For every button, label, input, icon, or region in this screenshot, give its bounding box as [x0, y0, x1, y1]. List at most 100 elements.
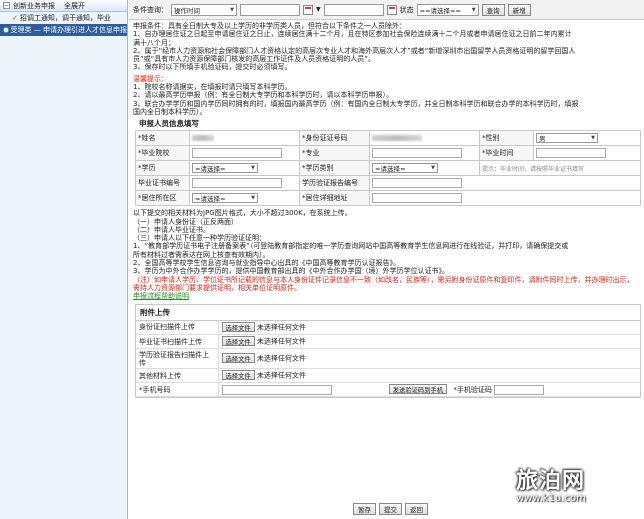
verify-cell [369, 175, 641, 192]
sidebar-header: − 创新业务申报 全展开 [0, 0, 127, 12]
upload-table: 身份证扫描件上传 选择文件 未选择任何文件 毕业证书扫描件上传 选择文件 未选择… [136, 320, 640, 398]
gender-label: *性别 [479, 130, 534, 147]
choose-file-button[interactable]: 选择文件 [221, 322, 255, 333]
intro-line: 2、属于“经市人力资源和社会保障部门人才资格认定的高层次专业人才和海外高层次人才… [133, 46, 576, 55]
sidebar-item-label: 招调工通知，调干通知，毕业 [19, 14, 111, 22]
upload-cell: 选择文件 未选择任何文件 [218, 368, 640, 384]
degree-cell: =请选择= ▼ [189, 160, 300, 177]
choose-file-button[interactable]: 选择文件 [221, 353, 255, 364]
major-cell [369, 145, 480, 162]
upload-label: 毕业证书扫描件上传 [136, 334, 219, 350]
upload-row: 毕业证书扫描件上传 选择文件 未选择任何文件 [136, 334, 640, 350]
file-status: 未选择任何文件 [256, 371, 306, 380]
sidebar-item-label: 受理类 — 申请办理引进人才信息申报 [10, 26, 127, 34]
tips-line: 3、联合办学学历和国内学历同时拥有的时，填报国内最高学历（例：有国内全日制大专学… [133, 99, 579, 108]
file-status: 未选择任何文件 [256, 323, 306, 332]
dropdown-arrow-icon: ▼ [431, 165, 435, 172]
note-line: （二）申请人毕业证书。 [133, 225, 210, 234]
school-label: *毕业院校 [135, 145, 190, 162]
grad-time-label: *毕业时间 [479, 145, 534, 162]
dropdown-arrow-icon[interactable]: ▼ [316, 6, 321, 13]
back-button[interactable]: 返回 [405, 503, 428, 515]
intro-line: 1、自办理居住证之日起至申请居住证之日止，连续居住满十二个月，且在特区参加社会保… [133, 30, 572, 39]
cert-cell [189, 175, 300, 192]
addr-label: *居住详细地址 [299, 190, 370, 207]
upload-label: 学历验证报告扫描件上传 [136, 348, 219, 370]
node-icon [3, 27, 9, 33]
form-section-title: 申报人员信息填写 [139, 119, 199, 129]
cert-input[interactable] [192, 178, 282, 189]
collapse-icon[interactable]: − [3, 2, 10, 9]
warning-line: （注）如申请人学历、学位证书所记载的信息与本人身份证件记录信息不一致（如改名，民… [133, 275, 634, 284]
degree-select[interactable]: =请选择= ▼ [192, 163, 258, 174]
calendar-icon[interactable] [303, 4, 313, 15]
id-cell [369, 130, 480, 147]
select-value: =请选择= [375, 165, 406, 174]
dropdown-arrow-icon: ▼ [471, 6, 476, 13]
verify-input[interactable] [372, 178, 462, 189]
sidebar-tab-business[interactable]: 创新业务申报 [13, 1, 55, 11]
major-label: *专业 [299, 145, 370, 162]
send-code-button[interactable]: 发送验证码到手机 [388, 384, 448, 395]
sidebar-item-talent-apply[interactable]: 受理类 — 申请办理引进人才信息申报 [0, 24, 127, 36]
upload-cell: 选择文件 未选择任何文件 [218, 348, 640, 370]
dropdown-arrow-icon: ▼ [251, 195, 255, 202]
name-value [192, 135, 214, 142]
dropdown-arrow-icon: ▼ [251, 165, 255, 172]
file-status: 未选择任何文件 [256, 337, 306, 346]
intro-line: 3、保存时以下所填手机验证码，提交时必须填写。 [133, 63, 292, 72]
calendar-icon[interactable] [386, 4, 397, 15]
phone-input[interactable] [221, 384, 332, 395]
upload-cell: 选择文件 未选择任何文件 [218, 320, 640, 336]
phone-label: *手机号码 [136, 382, 219, 398]
code-label: *手机验证码 [453, 385, 492, 394]
select-value: =请选择= [195, 165, 226, 174]
choose-file-button[interactable]: 选择文件 [221, 336, 255, 347]
id-value [372, 135, 422, 142]
status-select[interactable]: ==请选择== ▼ [416, 3, 479, 16]
select-value: ==请选择== [419, 6, 461, 15]
choose-file-button[interactable]: 选择文件 [221, 370, 255, 381]
warning-line: 需持人力资源部门要求提供证明，相关单位证明原件。 [133, 283, 301, 292]
main-panel: 条件查询： 操作时间 ▼ ▼ 状态 ==请选择== ▼ 查询 新增 申报条件：具有全… [129, 0, 644, 519]
expand-all-link[interactable]: 全展开 [64, 1, 85, 11]
submit-button[interactable]: 提交 [379, 503, 402, 515]
query-button[interactable]: 查询 [481, 3, 505, 16]
upload-title: 附件上传 [136, 305, 640, 321]
gender-select[interactable]: 男 ▼ [536, 133, 598, 144]
upload-row: 学历验证报告扫描件上传 选择文件 未选择任何文件 [136, 348, 640, 370]
select-value: 男 [539, 135, 546, 144]
save-draft-button[interactable]: 暂存 [353, 503, 376, 515]
condition-field-select[interactable]: 操作时间 ▼ [171, 3, 237, 16]
select-value: =请选择= [195, 195, 226, 204]
add-button[interactable]: 新增 [507, 3, 531, 16]
major-input[interactable] [372, 148, 462, 159]
date-to-input[interactable] [323, 3, 384, 16]
district-select[interactable]: =请选择= ▼ [192, 193, 258, 204]
school-input[interactable] [192, 148, 282, 159]
upload-section: 附件上传 身份证扫描件上传 选择文件 未选择任何文件 毕业证书扫描件上传 选择文… [135, 303, 641, 399]
upload-row: 身份证扫描件上传 选择文件 未选择任何文件 [136, 320, 640, 336]
addr-input[interactable] [372, 193, 462, 204]
upload-notes: 以下提交的相关材料为JPG图片格式，大小不超过300K，在系统上传。 （一）申请… [129, 206, 644, 300]
note-line: （一）申请人身份证（正反两面） [133, 217, 238, 226]
help-link[interactable]: 申报流程帮助说明 [133, 292, 640, 300]
verify-label: 学历验证报告编号 [299, 175, 370, 192]
applicant-form: *姓名 *身份证证号码 *性别 男 ▼ *毕业院校 *专业 *毕业时间 *学历 =… [135, 130, 641, 207]
note-line: 3、学历为中外合作办学学历的，提供中国教育部出具的《中外合作办学国（境）外学历学… [133, 267, 449, 276]
degree-label: *学历 [135, 160, 190, 177]
degree-type-select[interactable]: =请选择= ▼ [372, 163, 438, 174]
note-line: 所有材料过者需表达在网上核查有效期内）。 [133, 250, 270, 259]
upload-row: 其他材料上传 选择文件 未选择任何文件 [136, 368, 640, 384]
district-cell: =请选择= ▼ [189, 190, 300, 207]
tips-line: 国内全日制本科学历）。 [133, 107, 207, 116]
degree-type-cell: =请选择= ▼ [369, 160, 480, 177]
date-from-input[interactable] [240, 3, 300, 16]
upload-cell: 选择文件 未选择任何文件 [218, 334, 640, 350]
code-input[interactable] [494, 384, 545, 395]
upload-label: 身份证扫描件上传 [136, 320, 219, 336]
sidebar-item-notice[interactable]: ✓ 招调工通知，调干通知，毕业 [0, 12, 127, 24]
phone-row: *手机号码 发送验证码到手机 *手机验证码 [136, 382, 640, 398]
grad-time-input[interactable] [536, 148, 606, 159]
intro-line: 满十八个月； [133, 38, 175, 47]
